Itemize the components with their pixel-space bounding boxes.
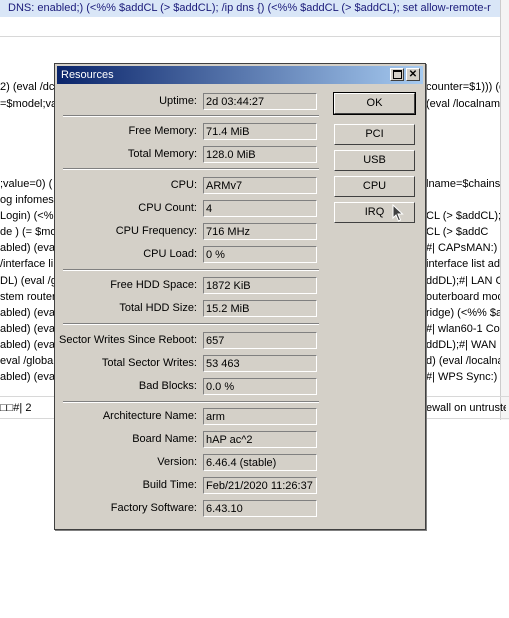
log-row-right-text: CL (> $addC [426, 226, 489, 238]
log-row-right-text: lname=$chains;va [426, 178, 500, 190]
total-hdd-size-value: 15.2 MiB [203, 300, 317, 317]
log-row-left-text: =$model;va [0, 98, 54, 110]
version-label: Version: [157, 456, 197, 468]
usb-button[interactable]: USB [334, 150, 415, 171]
sector-writes-since-reboot-value: 657 [203, 332, 317, 349]
resources-dialog: Resources ✕ Uptime: 2d 03:44:27 Free Mem… [54, 63, 426, 530]
log-header-text: DNS: enabled;) (<%% $addCL (> $addCL); /… [8, 2, 491, 14]
log-row-left-text: □□#| 2 [0, 402, 32, 414]
log-row-right-text: CL (> $addCL); / [426, 210, 500, 222]
cpu-button[interactable]: CPU [334, 176, 415, 197]
pci-button[interactable]: PCI [334, 124, 415, 145]
log-row-right-text: #| CAPsMAN:) (< [426, 242, 500, 254]
log-row-right-text: ddDL);#| WAN (g [426, 339, 500, 351]
free-hdd-space-label: Free HDD Space: [110, 279, 197, 291]
log-row-right-text: #| WPS Sync:) (< [426, 371, 500, 383]
cpu-load-label: CPU Load: [143, 248, 197, 260]
separator [63, 168, 319, 170]
log-header-row[interactable]: DNS: enabled;) (<%% $addCL (> $addCL); /… [0, 0, 509, 17]
free-hdd-space-value: 1872 KiB [203, 277, 317, 294]
uptime-label: Uptime: [159, 95, 197, 107]
total-sector-writes-value: 53 463 [203, 355, 317, 372]
log-row-left-text: eval /globaln [0, 355, 54, 367]
total-hdd-size-label: Total HDD Size: [119, 302, 197, 314]
cpu-frequency-label: CPU Frequency: [115, 225, 197, 237]
free-memory-label: Free Memory: [128, 125, 197, 137]
mouse-pointer-icon [392, 204, 404, 222]
log-row-left-text: abled) (eval [0, 371, 54, 383]
divider [0, 36, 509, 37]
log-row-right-text: d) (eval /localnam [426, 355, 500, 367]
separator [63, 401, 319, 403]
dialog-title-bar[interactable]: Resources ✕ [57, 66, 423, 84]
sector-writes-since-reboot-label: Sector Writes Since Reboot: [59, 334, 197, 346]
log-row-right-text: ewall on untruste [426, 402, 506, 414]
build-time-value: Feb/21/2020 11:26:37 [203, 477, 317, 494]
factory-software-value: 6.43.10 [203, 500, 317, 517]
log-row-left-text: abled) (eval [0, 242, 54, 254]
log-row-left-text: abled) (eval [0, 307, 54, 319]
close-icon: ✕ [408, 69, 418, 80]
log-row-left-text: stem router [0, 291, 54, 303]
board-name-label: Board Name: [132, 433, 197, 445]
cpu-load-value: 0 % [203, 246, 317, 263]
uptime-value: 2d 03:44:27 [203, 93, 317, 110]
cpu-value: ARMv7 [203, 177, 317, 194]
version-value: 6.46.4 (stable) [203, 454, 317, 471]
board-name-value: hAP ac^2 [203, 431, 317, 448]
architecture-name-label: Architecture Name: [102, 410, 197, 422]
total-sector-writes-label: Total Sector Writes: [101, 357, 197, 369]
bad-blocks-label: Bad Blocks: [138, 380, 197, 392]
log-row-left-text: abled) (eval [0, 323, 54, 335]
cpu-frequency-value: 716 MHz [203, 223, 317, 240]
bad-blocks-value: 0.0 % [203, 378, 317, 395]
separator [63, 323, 319, 325]
log-row-right-text: outerboard mode- [426, 291, 500, 303]
dialog-title: Resources [61, 69, 114, 81]
ok-button[interactable]: OK [333, 92, 416, 115]
close-button[interactable]: ✕ [406, 68, 420, 81]
log-row-right-text: #| wlan60-1 Conf [426, 323, 500, 335]
cpu-count-value: 4 [203, 200, 317, 217]
total-memory-value: 128.0 MiB [203, 146, 317, 163]
log-row-left-text: de ) (= $mo [0, 226, 54, 238]
maximize-icon [392, 70, 402, 79]
log-row-left-text: /interface li [0, 258, 54, 270]
log-row-left-text: og infomes [0, 194, 54, 206]
free-memory-value: 71.4 MiB [203, 123, 317, 140]
log-row-right-text: ridge) (<%% $ad [426, 307, 500, 319]
log-row-right-text: counter=$1))) (ev [426, 81, 500, 93]
maximize-button[interactable] [390, 68, 404, 81]
log-row-left-text: Login) (<% [0, 210, 54, 222]
build-time-label: Build Time: [142, 479, 197, 491]
separator [63, 269, 319, 271]
log-row-right-text: (eval /localname= [426, 98, 500, 110]
log-row-left-text: 2) (eval /dc [0, 81, 54, 93]
log-row-left-text: abled) (eval [0, 339, 54, 351]
log-row-left-text: ;value=0) ( [0, 178, 53, 190]
log-row-left-text: DL) (eval /g [0, 275, 54, 287]
log-row-right-text: ddDL);#| LAN Co [426, 275, 500, 287]
separator [63, 115, 319, 117]
log-row-right-text: interface list add [426, 258, 500, 270]
cpu-count-label: CPU Count: [138, 202, 197, 214]
architecture-name-value: arm [203, 408, 317, 425]
factory-software-label: Factory Software: [110, 502, 197, 514]
total-memory-label: Total Memory: [127, 148, 197, 160]
cpu-label: CPU: [170, 179, 197, 191]
